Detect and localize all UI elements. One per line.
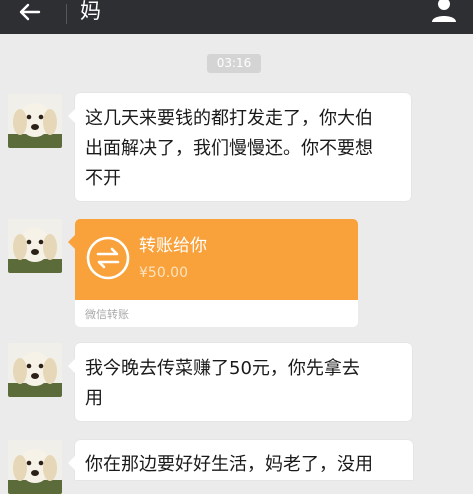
transfer-footer: 微信转账 (85, 308, 129, 321)
message-timestamp: 03:16 (207, 54, 261, 73)
arrow-left-icon[interactable] (14, 2, 44, 24)
chat-title: 妈 (80, 0, 101, 23)
message-text: 你在那边要好好生活，妈老了，没用 (85, 454, 373, 475)
message-bubble[interactable]: 我今晚去传菜赚了50元，你先拿去 用 (68, 343, 412, 421)
transfer-amount: ¥50.00 (139, 265, 188, 281)
transfer-title: 转账给你 (139, 236, 207, 256)
transfer-arrows-icon (86, 236, 130, 280)
transfer-card-header: 转账给你 ¥50.00 (75, 219, 358, 300)
avatar[interactable] (8, 343, 62, 397)
message-bubble[interactable]: 这几天来要钱的都打发走了，你大伯 出面解决了，我们慢慢还。你不要想 不开 (68, 93, 411, 201)
message-bubble[interactable]: 你在那边要好好生活，妈老了，没用 (68, 440, 413, 480)
person-icon[interactable] (429, 0, 459, 22)
avatar[interactable] (8, 94, 62, 148)
message-text: 这几天来要钱的都打发走了，你大伯 出面解决了，我们慢慢还。你不要想 不开 (85, 108, 373, 189)
avatar[interactable] (8, 440, 62, 494)
transfer-card[interactable]: 转账给你 ¥50.00 微信转账 (68, 219, 358, 327)
message-text: 我今晚去传菜赚了50元，你先拿去 用 (85, 358, 360, 409)
title-bar: 妈 (0, 0, 473, 34)
title-divider (66, 4, 67, 24)
avatar[interactable] (8, 219, 62, 273)
